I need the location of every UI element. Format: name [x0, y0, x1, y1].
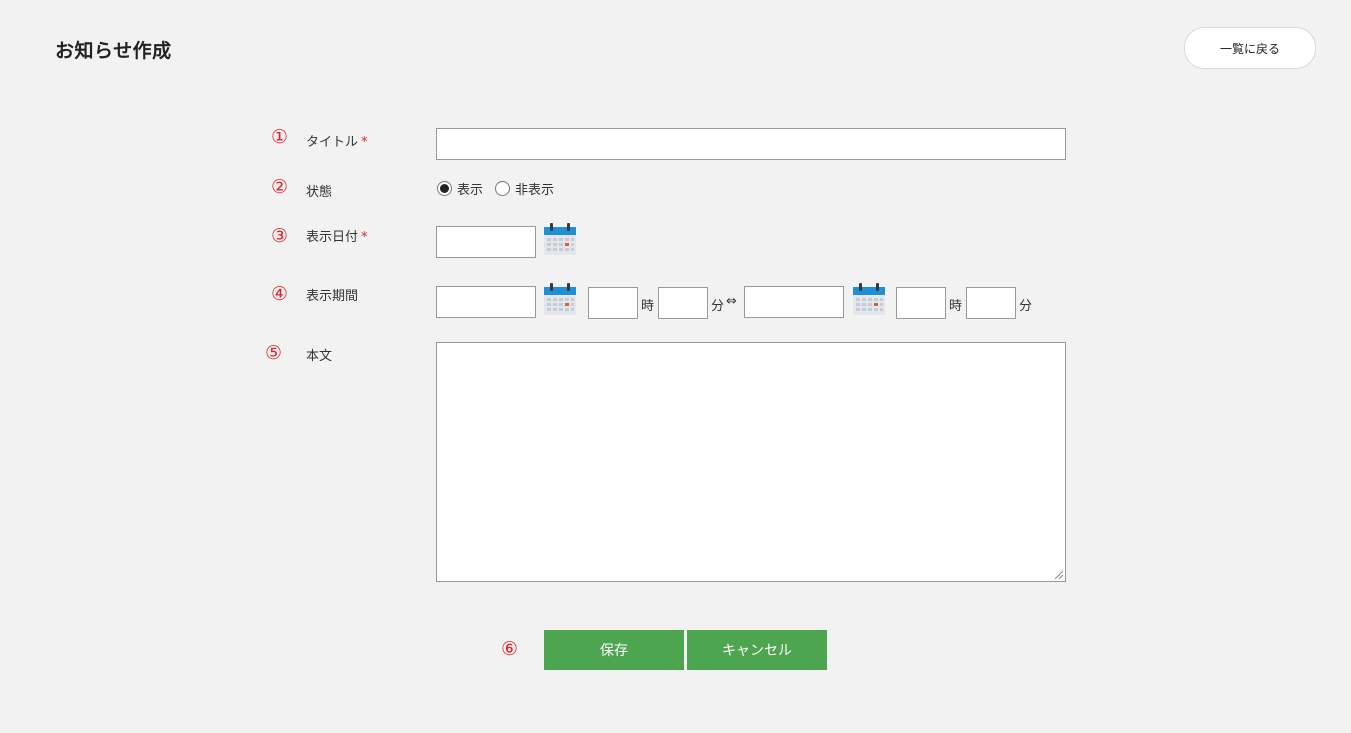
- period-start-hour-input[interactable]: [588, 287, 638, 319]
- status-radio-group: 表示 非表示: [437, 179, 566, 198]
- display-date-label: 表示日付 *: [306, 226, 368, 245]
- step-marker-6: ⑥: [501, 638, 519, 660]
- required-mark: *: [361, 230, 368, 245]
- period-end-date-input[interactable]: [744, 286, 844, 318]
- period-end-hour-input[interactable]: [896, 287, 946, 319]
- period-end-minute-input[interactable]: [966, 287, 1016, 319]
- calendar-icon[interactable]: [543, 282, 577, 316]
- resize-grip-icon[interactable]: [1054, 570, 1063, 579]
- calendar-icon[interactable]: [543, 222, 577, 256]
- calendar-icon[interactable]: [852, 282, 886, 316]
- step-marker-1: ①: [271, 126, 289, 148]
- cancel-button[interactable]: キャンセル: [687, 630, 827, 670]
- display-date-input[interactable]: [436, 226, 536, 258]
- range-separator: ⇔: [726, 294, 737, 309]
- save-button[interactable]: 保存: [544, 630, 684, 670]
- step-marker-2: ②: [271, 176, 289, 198]
- status-label: 状態: [306, 185, 333, 200]
- status-radio-hide-label[interactable]: 非表示: [515, 179, 554, 198]
- period-start-minute-input[interactable]: [658, 287, 708, 319]
- step-marker-4: ④: [271, 283, 289, 305]
- back-to-list-button[interactable]: 一覧に戻る: [1184, 27, 1316, 69]
- hour-unit-label: 時: [949, 299, 963, 314]
- period-start-date-input[interactable]: [436, 286, 536, 318]
- title-input[interactable]: [436, 128, 1066, 160]
- display-period-label: 表示期間: [306, 289, 359, 304]
- minute-unit-label: 分: [711, 299, 725, 314]
- required-mark: *: [361, 135, 368, 150]
- minute-unit-label: 分: [1019, 299, 1033, 314]
- step-marker-3: ③: [271, 225, 289, 247]
- title-label-text: タイトル: [306, 135, 359, 150]
- status-radio-hide[interactable]: [495, 180, 511, 196]
- hour-unit-label: 時: [641, 299, 655, 314]
- page-title: お知らせ作成: [55, 40, 172, 62]
- status-radio-show[interactable]: [437, 180, 452, 196]
- step-marker-5: ⑤: [265, 342, 283, 364]
- title-label: タイトル *: [306, 131, 368, 150]
- display-date-label-text: 表示日付: [306, 230, 359, 245]
- status-radio-show-label[interactable]: 表示: [457, 179, 483, 198]
- body-label: 本文: [306, 349, 333, 364]
- body-textarea[interactable]: [436, 342, 1066, 582]
